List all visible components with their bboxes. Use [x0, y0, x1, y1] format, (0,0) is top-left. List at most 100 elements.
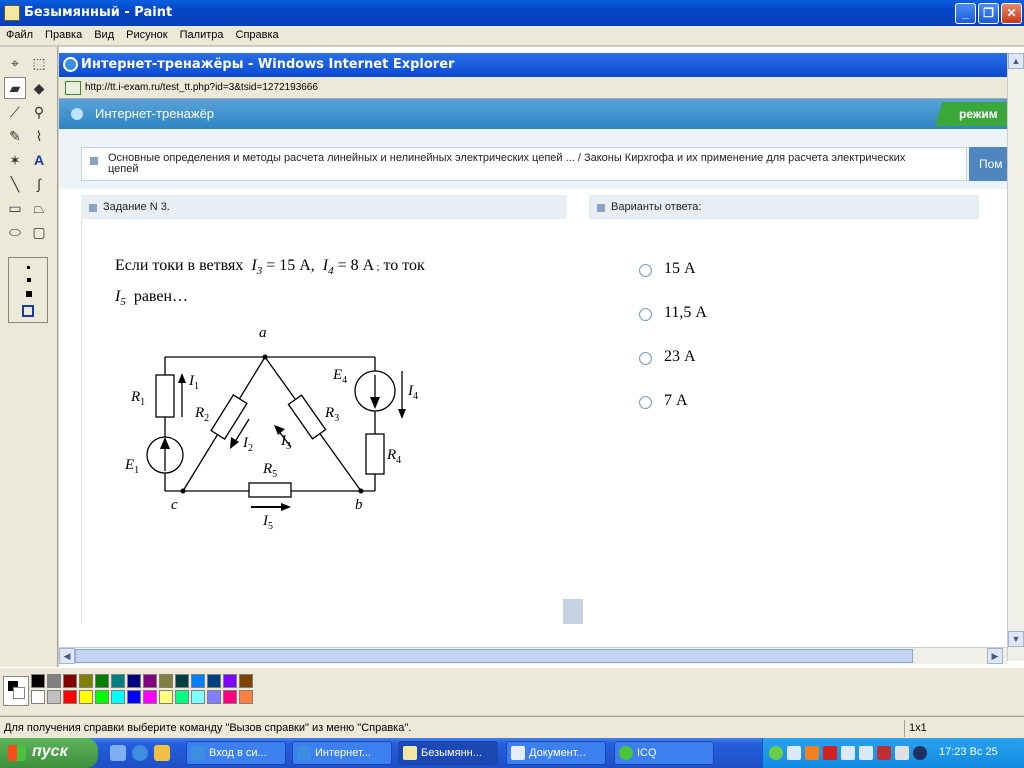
- magnifier-icon[interactable]: ⚲: [28, 101, 50, 123]
- scroll-down-icon[interactable]: ▼: [1008, 631, 1024, 647]
- rounded-rect-icon[interactable]: ▢: [28, 221, 50, 243]
- current-colors[interactable]: [3, 676, 29, 706]
- color-swatch[interactable]: [191, 690, 205, 704]
- status-message: Для получения справки выберите команду "…: [4, 722, 412, 734]
- color-swatch[interactable]: [239, 674, 253, 688]
- free-select-icon[interactable]: ⌖: [4, 52, 26, 74]
- eraser-size-1[interactable]: [27, 266, 30, 269]
- show-desktop-icon[interactable]: [110, 745, 126, 761]
- ie-quicklaunch-icon[interactable]: [132, 745, 148, 761]
- color-swatch[interactable]: [143, 690, 157, 704]
- rectangle-icon[interactable]: ▭: [4, 197, 26, 219]
- task-button[interactable]: Интернет...: [292, 741, 392, 765]
- menu-colors[interactable]: Палитра: [174, 26, 230, 44]
- color-swatch[interactable]: [111, 690, 125, 704]
- color-swatch[interactable]: [191, 674, 205, 688]
- radio-button[interactable]: [639, 396, 652, 409]
- tool-options[interactable]: [8, 257, 48, 323]
- start-button[interactable]: пуск: [0, 738, 98, 768]
- eraser-size-2[interactable]: [27, 278, 31, 282]
- player-icon[interactable]: [805, 746, 819, 760]
- color-swatch[interactable]: [63, 690, 77, 704]
- close-button[interactable]: ✕: [1001, 3, 1022, 24]
- airbrush-icon[interactable]: ✶: [4, 149, 26, 171]
- menu-image[interactable]: Рисунок: [120, 26, 174, 44]
- network-icon-2[interactable]: [841, 746, 855, 760]
- network-icon-3[interactable]: [859, 746, 873, 760]
- formula-i5: I5: [115, 288, 126, 308]
- icq-tray-icon[interactable]: [769, 746, 783, 760]
- ellipse-icon[interactable]: ⬭: [4, 221, 26, 243]
- pencil-icon[interactable]: ✎: [4, 125, 26, 147]
- clock[interactable]: 17:23 Вс 25: [939, 746, 998, 758]
- minimize-button[interactable]: _: [955, 3, 976, 24]
- color-swatch[interactable]: [47, 674, 61, 688]
- pasted-browser-image[interactable]: Интернет-тренажёры - Windows Internet Ex…: [59, 47, 1024, 667]
- vertical-scrollbar[interactable]: ▲ ▼: [1007, 53, 1024, 661]
- language-flag-icon[interactable]: [877, 746, 891, 760]
- volume-icon[interactable]: [895, 746, 909, 760]
- scroll-thumb[interactable]: [75, 649, 913, 663]
- menu-view[interactable]: Вид: [88, 26, 120, 44]
- task-button[interactable]: ICQ: [614, 741, 714, 765]
- question-line-2: I5 равен…: [115, 288, 188, 308]
- color-swatch[interactable]: [31, 674, 45, 688]
- text-icon[interactable]: A: [28, 149, 50, 171]
- scroll-up-icon[interactable]: ▲: [1008, 53, 1024, 69]
- line-icon[interactable]: ╲: [4, 173, 26, 195]
- color-swatch[interactable]: [223, 690, 237, 704]
- color-swatch[interactable]: [175, 690, 189, 704]
- rect-select-icon[interactable]: ⬚: [28, 52, 50, 74]
- color-picker-icon[interactable]: ⟋: [4, 101, 26, 123]
- color-swatch[interactable]: [47, 690, 61, 704]
- color-swatch[interactable]: [143, 674, 157, 688]
- radio-button[interactable]: [639, 352, 652, 365]
- breadcrumb-area: Основные определения и методы расчета ли…: [59, 129, 1007, 189]
- radio-button[interactable]: [639, 308, 652, 321]
- eraser-size-4[interactable]: [22, 305, 34, 317]
- color-swatch[interactable]: [159, 690, 173, 704]
- label-r2: R2: [194, 405, 209, 424]
- color-swatch[interactable]: [207, 690, 221, 704]
- answer-label: 11,5 А: [664, 304, 707, 321]
- color-swatch[interactable]: [223, 674, 237, 688]
- radio-button[interactable]: [639, 264, 652, 277]
- curve-icon[interactable]: ∫: [28, 173, 50, 195]
- horizontal-scrollbar[interactable]: ◀ ▶: [59, 647, 1007, 664]
- fill-icon[interactable]: ◆: [28, 77, 50, 99]
- network-icon[interactable]: [787, 746, 801, 760]
- menu-file[interactable]: Файл: [0, 26, 39, 44]
- node-label-a: a: [259, 325, 267, 341]
- media-quicklaunch-icon[interactable]: [154, 745, 170, 761]
- globe-icon: [71, 108, 83, 120]
- task-button[interactable]: Документ...: [506, 741, 606, 765]
- maximize-button[interactable]: ❐: [978, 3, 999, 24]
- color-swatch[interactable]: [175, 674, 189, 688]
- color-swatch[interactable]: [79, 690, 93, 704]
- color-swatch[interactable]: [63, 674, 77, 688]
- color-swatch[interactable]: [159, 674, 173, 688]
- color-swatch[interactable]: [79, 674, 93, 688]
- scroll-right-icon[interactable]: ▶: [987, 648, 1003, 664]
- polygon-icon[interactable]: ⏢: [28, 197, 50, 219]
- color-swatch[interactable]: [95, 674, 109, 688]
- color-swatch[interactable]: [31, 690, 45, 704]
- color-swatch[interactable]: [111, 674, 125, 688]
- scroll-left-icon[interactable]: ◀: [59, 648, 75, 664]
- color-swatch[interactable]: [239, 690, 253, 704]
- eraser-icon[interactable]: ▰: [4, 77, 26, 99]
- color-swatch[interactable]: [95, 690, 109, 704]
- brush-icon[interactable]: ⌇: [28, 125, 50, 147]
- menu-help[interactable]: Справка: [230, 26, 285, 44]
- task-button[interactable]: Вход в си...: [186, 741, 286, 765]
- color-swatch[interactable]: [127, 690, 141, 704]
- color-swatch[interactable]: [207, 674, 221, 688]
- task-button-active[interactable]: Безымянн...: [398, 741, 498, 765]
- antivirus-icon[interactable]: [823, 746, 837, 760]
- menu-edit[interactable]: Правка: [39, 26, 88, 44]
- ie-title: Интернет-тренажёры - Windows Internet Ex…: [81, 57, 455, 72]
- task-label: ICQ: [637, 747, 657, 759]
- drive-icon[interactable]: [913, 746, 927, 760]
- eraser-size-3[interactable]: [26, 291, 32, 297]
- color-swatch[interactable]: [127, 674, 141, 688]
